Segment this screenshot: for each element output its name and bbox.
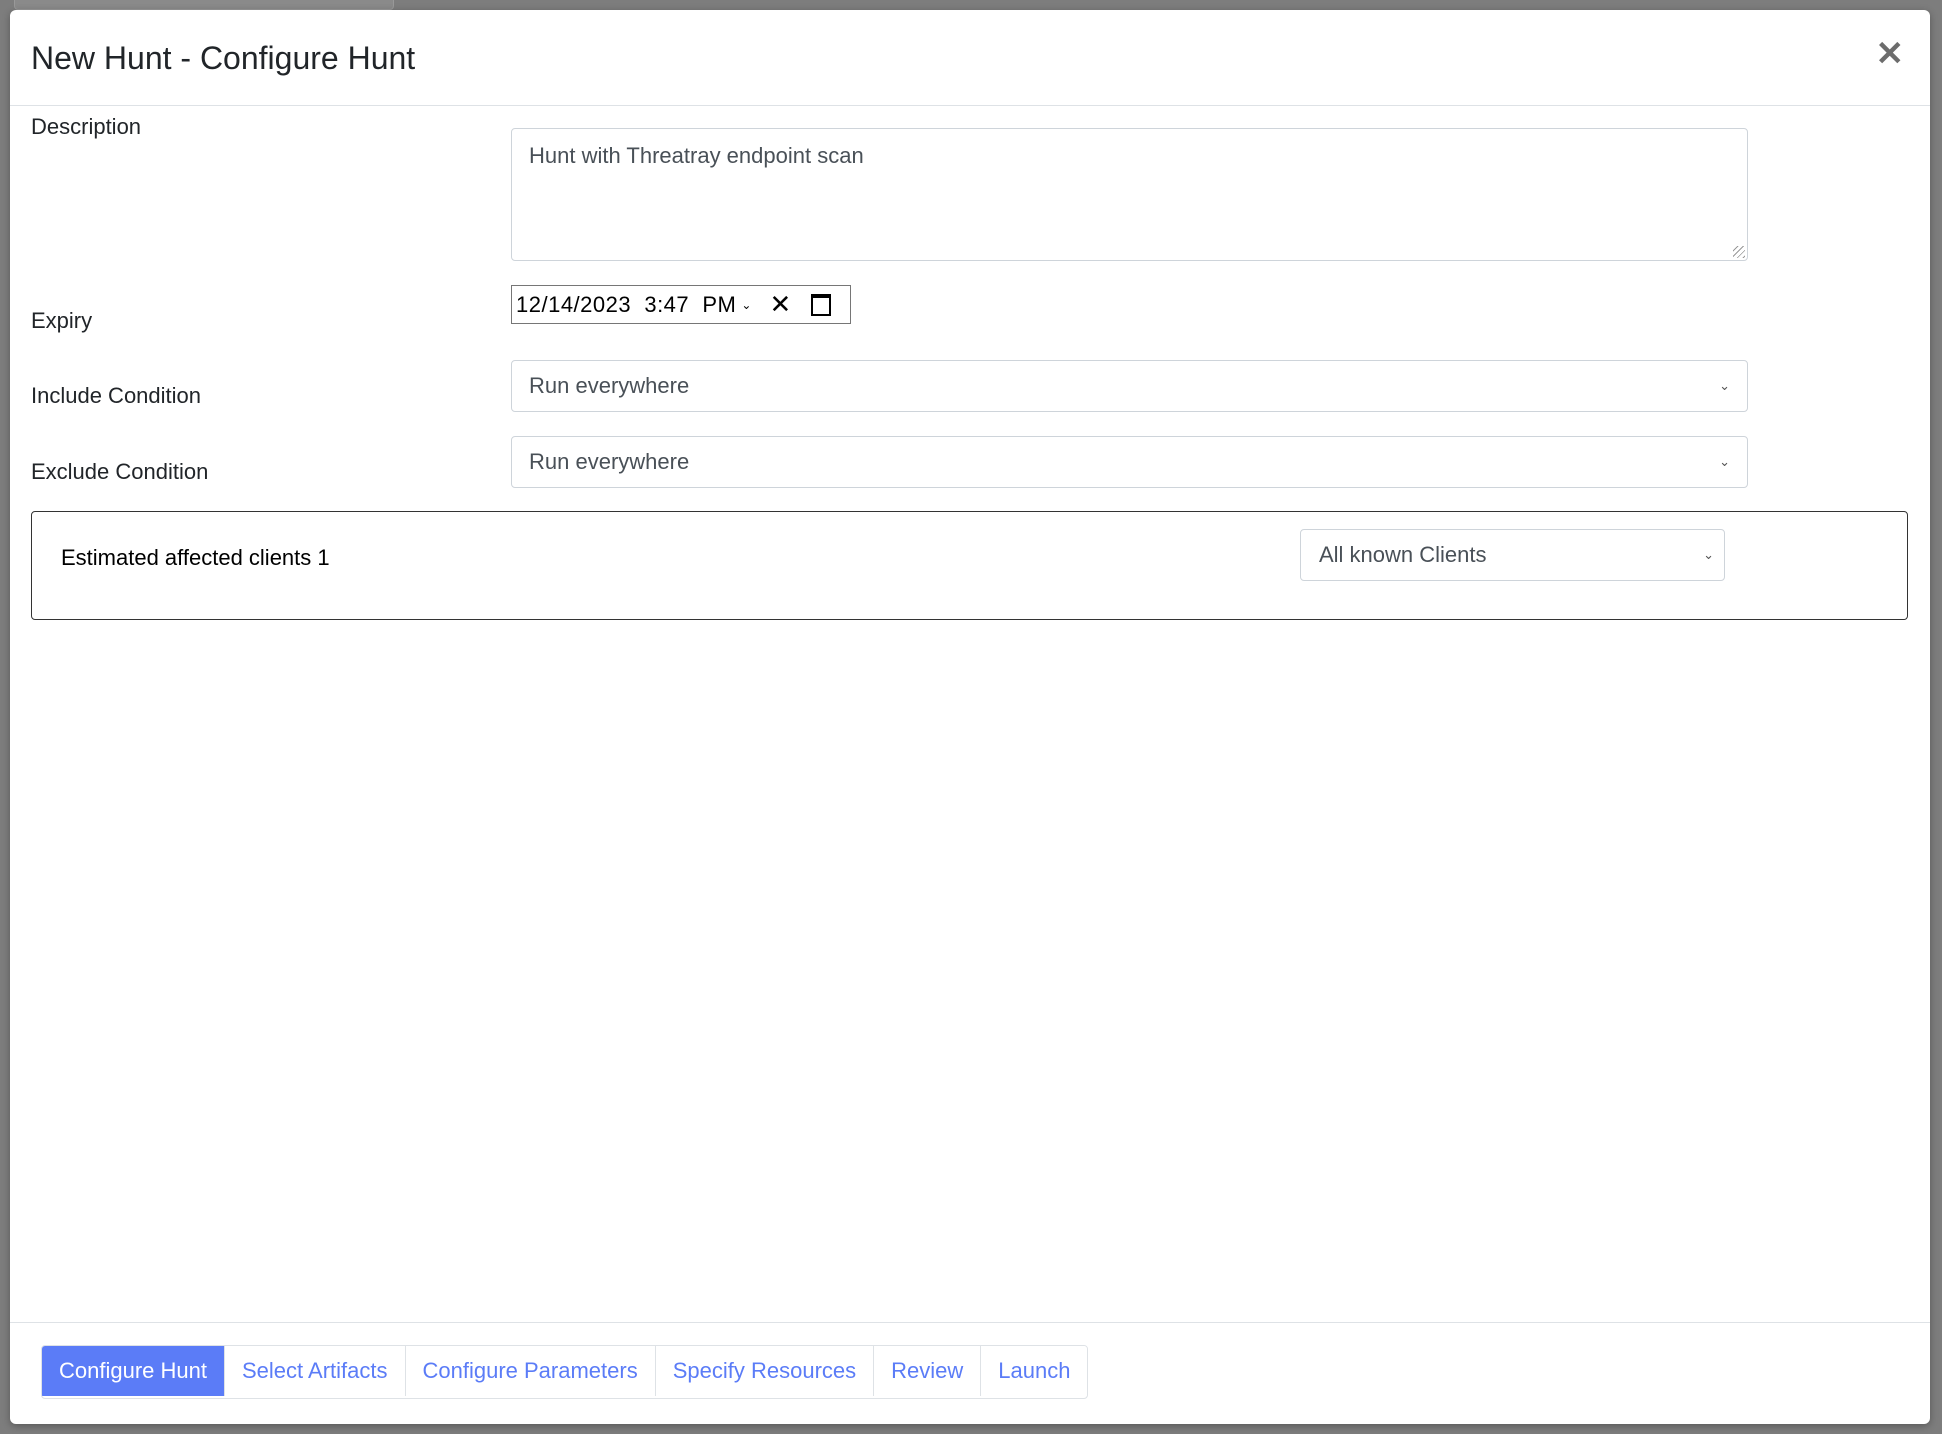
- wizard-steps: Configure Hunt Select Artifacts Configur…: [41, 1345, 1089, 1399]
- expiry-datetime-input[interactable]: 12/14/2023 3:47 PM ⌄ ✕: [511, 285, 851, 324]
- include-condition-label: Include Condition: [31, 383, 202, 408]
- estimate-panel: Estimated affected clients 1 All known C…: [31, 511, 1908, 620]
- include-condition-select[interactable]: Run everywhere ⌄: [511, 360, 1748, 412]
- chevron-down-icon: ⌄: [1719, 454, 1730, 469]
- tab-specify-resources[interactable]: Specify Resources: [654, 1346, 874, 1396]
- new-hunt-modal: New Hunt - Configure Hunt ✕ Description …: [10, 10, 1930, 1424]
- close-button[interactable]: ✕: [1870, 36, 1911, 72]
- expiry-label: Expiry: [31, 308, 93, 333]
- client-scope-value: All known Clients: [1319, 542, 1487, 567]
- modal-footer: [10, 1322, 1930, 1323]
- background-search-input: Search clients: [14, 0, 394, 10]
- client-scope-select[interactable]: All known Clients ⌄: [1300, 529, 1725, 581]
- chevron-down-icon: ⌄: [1719, 378, 1730, 393]
- description-value: Hunt with Threatray endpoint scan: [529, 143, 864, 168]
- chevron-down-icon: ⌄: [1703, 547, 1714, 562]
- exclude-condition-value: Run everywhere: [529, 449, 690, 474]
- chevron-down-icon[interactable]: ⌄: [741, 298, 751, 312]
- estimated-clients-text: Estimated affected clients 1: [61, 545, 330, 570]
- expiry-value[interactable]: 12/14/2023 3:47 PM: [516, 292, 736, 318]
- description-label: Description: [31, 114, 142, 139]
- include-condition-value: Run everywhere: [529, 373, 690, 398]
- resize-grip-icon[interactable]: [1733, 246, 1745, 258]
- exclude-condition-select[interactable]: Run everywhere ⌄: [511, 436, 1748, 488]
- description-textarea[interactable]: Hunt with Threatray endpoint scan: [511, 128, 1748, 261]
- tab-select-artifacts[interactable]: Select Artifacts: [223, 1346, 405, 1396]
- modal-header: New Hunt - Configure Hunt ✕: [10, 10, 1930, 106]
- tab-review[interactable]: Review: [873, 1346, 981, 1396]
- tab-configure-hunt[interactable]: Configure Hunt: [42, 1346, 224, 1396]
- tab-configure-parameters[interactable]: Configure Parameters: [404, 1346, 655, 1396]
- clear-icon[interactable]: ✕: [769, 289, 791, 320]
- tab-launch[interactable]: Launch: [980, 1346, 1088, 1396]
- modal-title: New Hunt - Configure Hunt: [31, 40, 416, 76]
- calendar-icon[interactable]: [811, 293, 832, 316]
- exclude-condition-label: Exclude Condition: [31, 459, 209, 484]
- close-icon: ✕: [1875, 35, 1905, 73]
